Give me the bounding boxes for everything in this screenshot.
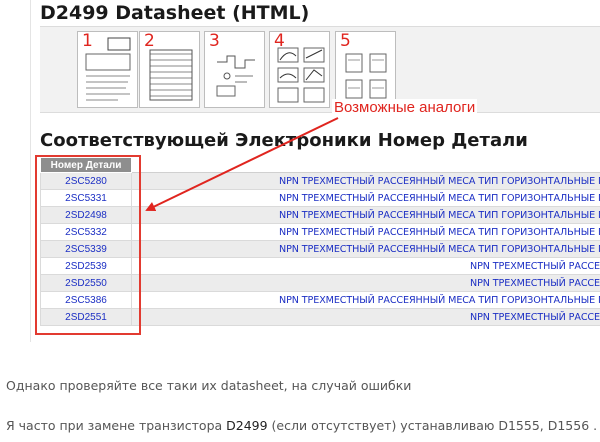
description-link[interactable]: NPN ТРЕХМЕСТНЫЙ РАССЕЯННЫЙ МЕСА ТИП ГОРИ… <box>279 295 600 306</box>
description-link[interactable]: NPN ТРЕХМЕСТНЫЙ РАССЕЯННЫЙ МЕСА ТИП ГОРИ… <box>279 244 600 255</box>
description-cell: NPN ТРЕХМЕСТНЫЙ РАССЕЯННЫЙ МЕСА ТИП ГОРИ… <box>131 291 600 309</box>
page-thumbnail-5[interactable]: 5 <box>335 31 396 108</box>
part-number-bold: D2499 <box>226 418 268 433</box>
description-link[interactable]: NPN ТРЕХМЕСТНЫЙ РАССЕЯННЫЙ МЕСА ТИП ГОРИ… <box>279 227 600 238</box>
part-cell: 2SD2498 <box>40 206 132 224</box>
description-cell: NPN ТРЕХМЕСТНЫЙ РАССЕЯННЫЙ МЕСА ТИП ГОРИ… <box>131 172 600 190</box>
part-cell: 2SD2539 <box>40 257 132 275</box>
description-cell: NPN ТРЕХМЕСТНЫЙ РАССЕЯННЫЙ М <box>131 257 600 275</box>
page-number: 2 <box>144 31 155 51</box>
article-paragraph-2: Я часто при замене транзистора D2499 (ес… <box>6 418 597 433</box>
description-link[interactable]: NPN ТРЕХМЕСТНЫЙ РАССЕЯННЫЙ М <box>470 261 600 272</box>
part-cell: 2SD2550 <box>40 274 132 292</box>
part-link[interactable]: 2SC5331 <box>65 193 107 204</box>
table-row: 2SC5280 NPN ТРЕХМЕСТНЫЙ РАССЕЯННЫЙ МЕСА … <box>40 172 600 190</box>
part-cell: 2SC5331 <box>40 189 132 207</box>
part-cell: 2SC5280 <box>40 172 132 190</box>
datasheet-screenshot: D2499 Datasheet (HTML) 1 2 3 4 5 Соответ… <box>30 0 600 342</box>
page-number: 3 <box>209 31 220 51</box>
paragraph-text: Я часто при замене транзистора <box>6 418 227 433</box>
part-link[interactable]: 2SD2539 <box>65 261 107 272</box>
description-cell: NPN ТРЕХМЕСТНЫЙ РАССЕЯННЫЙ МЕСА ТИП ГОРИ… <box>131 189 600 207</box>
page-thumbnail-3[interactable]: 3 <box>204 31 265 108</box>
part-link[interactable]: 2SC5339 <box>65 244 107 255</box>
part-cell: 2SD2551 <box>40 308 132 326</box>
description-link[interactable]: NPN ТРЕХМЕСТНЫЙ РАССЕЯННЫЙ МЕСА ТИП ГОРИ… <box>279 176 600 187</box>
section-title: Соответствующей Электроники Номер Детали <box>40 130 528 151</box>
description-cell: NPN ТРЕХМЕСТНЫЙ РАССЕЯННЫЙ МЕСА ТИП ГОРИ… <box>131 240 600 258</box>
part-link[interactable]: 2SC5280 <box>65 176 107 187</box>
paragraph-text: (если отсутствует) устанавливаю D1555, D… <box>267 418 598 433</box>
table-row: 2SD2550 NPN ТРЕХМЕСТНЫЙ РАССЕЯННЫЙ М <box>40 274 600 292</box>
table-row: 2SC5332 NPN ТРЕХМЕСТНЫЙ РАССЕЯННЫЙ МЕСА … <box>40 223 600 241</box>
description-link[interactable]: NPN ТРЕХМЕСТНЫЙ РАССЕЯННЫЙ М <box>470 278 600 289</box>
part-cell: 2SC5339 <box>40 240 132 258</box>
description-link[interactable]: NPN ТРЕХМЕСТНЫЙ РАССЕЯННЫЙ МЕСА ТИП ГОРИ… <box>279 193 600 204</box>
thumbnail-strip: 1 2 3 4 5 <box>40 26 600 113</box>
table-row: 2SD2539 NPN ТРЕХМЕСТНЫЙ РАССЕЯННЫЙ М <box>40 257 600 275</box>
table-row: 2SC5386 NPN ТРЕХМЕСТНЫЙ РАССЕЯННЫЙ МЕСА … <box>40 291 600 309</box>
page-thumbnail-1[interactable]: 1 <box>77 31 138 108</box>
table-header-row: Номер Детали <box>40 157 600 173</box>
datasheet-title: D2499 Datasheet (HTML) <box>40 2 310 24</box>
description-header <box>131 157 600 173</box>
part-number-header: Номер Детали <box>40 157 132 173</box>
description-cell: NPN ТРЕХМЕСТНЫЙ РАССЕЯННЫЙ МЕСА ТИП ГОРИ… <box>131 206 600 224</box>
table-row: 2SD2551 NPN ТРЕХМЕСТНЫЙ РАССЕЯННЫЙ М <box>40 308 600 326</box>
part-cell: 2SC5386 <box>40 291 132 309</box>
page-number: 1 <box>82 31 93 51</box>
description-link[interactable]: NPN ТРЕХМЕСТНЫЙ РАССЕЯННЫЙ М <box>470 312 600 323</box>
description-cell: NPN ТРЕХМЕСТНЫЙ РАССЕЯННЫЙ М <box>131 308 600 326</box>
description-cell: NPN ТРЕХМЕСТНЫЙ РАССЕЯННЫЙ М <box>131 274 600 292</box>
part-cell: 2SC5332 <box>40 223 132 241</box>
part-link[interactable]: 2SD2498 <box>65 210 107 221</box>
description-cell: NPN ТРЕХМЕСТНЫЙ РАССЕЯННЫЙ МЕСА ТИП ГОРИ… <box>131 223 600 241</box>
related-parts-table: Номер Детали 2SC5280 NPN ТРЕХМЕСТНЫЙ РАС… <box>40 157 600 326</box>
part-link[interactable]: 2SC5386 <box>65 295 107 306</box>
table-row: 2SC5331 NPN ТРЕХМЕСТНЫЙ РАССЕЯННЫЙ МЕСА … <box>40 189 600 207</box>
table-row: 2SC5339 NPN ТРЕХМЕСТНЫЙ РАССЕЯННЫЙ МЕСА … <box>40 240 600 258</box>
page-thumbnail-4[interactable]: 4 <box>269 31 330 108</box>
page-thumbnail-2[interactable]: 2 <box>139 31 200 108</box>
part-link[interactable]: 2SC5332 <box>65 227 107 238</box>
table-row: 2SD2498 NPN ТРЕХМЕСТНЫЙ РАССЕЯННЫЙ МЕСА … <box>40 206 600 224</box>
part-link[interactable]: 2SD2550 <box>65 278 107 289</box>
part-link[interactable]: 2SD2551 <box>65 312 107 323</box>
page-number: 4 <box>274 31 285 51</box>
description-link[interactable]: NPN ТРЕХМЕСТНЫЙ РАССЕЯННЫЙ МЕСА ТИП ГОРИ… <box>279 210 600 221</box>
page-number: 5 <box>340 31 351 51</box>
possible-analogs-label: Возможные аналоги <box>332 99 478 116</box>
article-paragraph-1: Однако проверяйте все таки их datasheet,… <box>6 378 412 393</box>
